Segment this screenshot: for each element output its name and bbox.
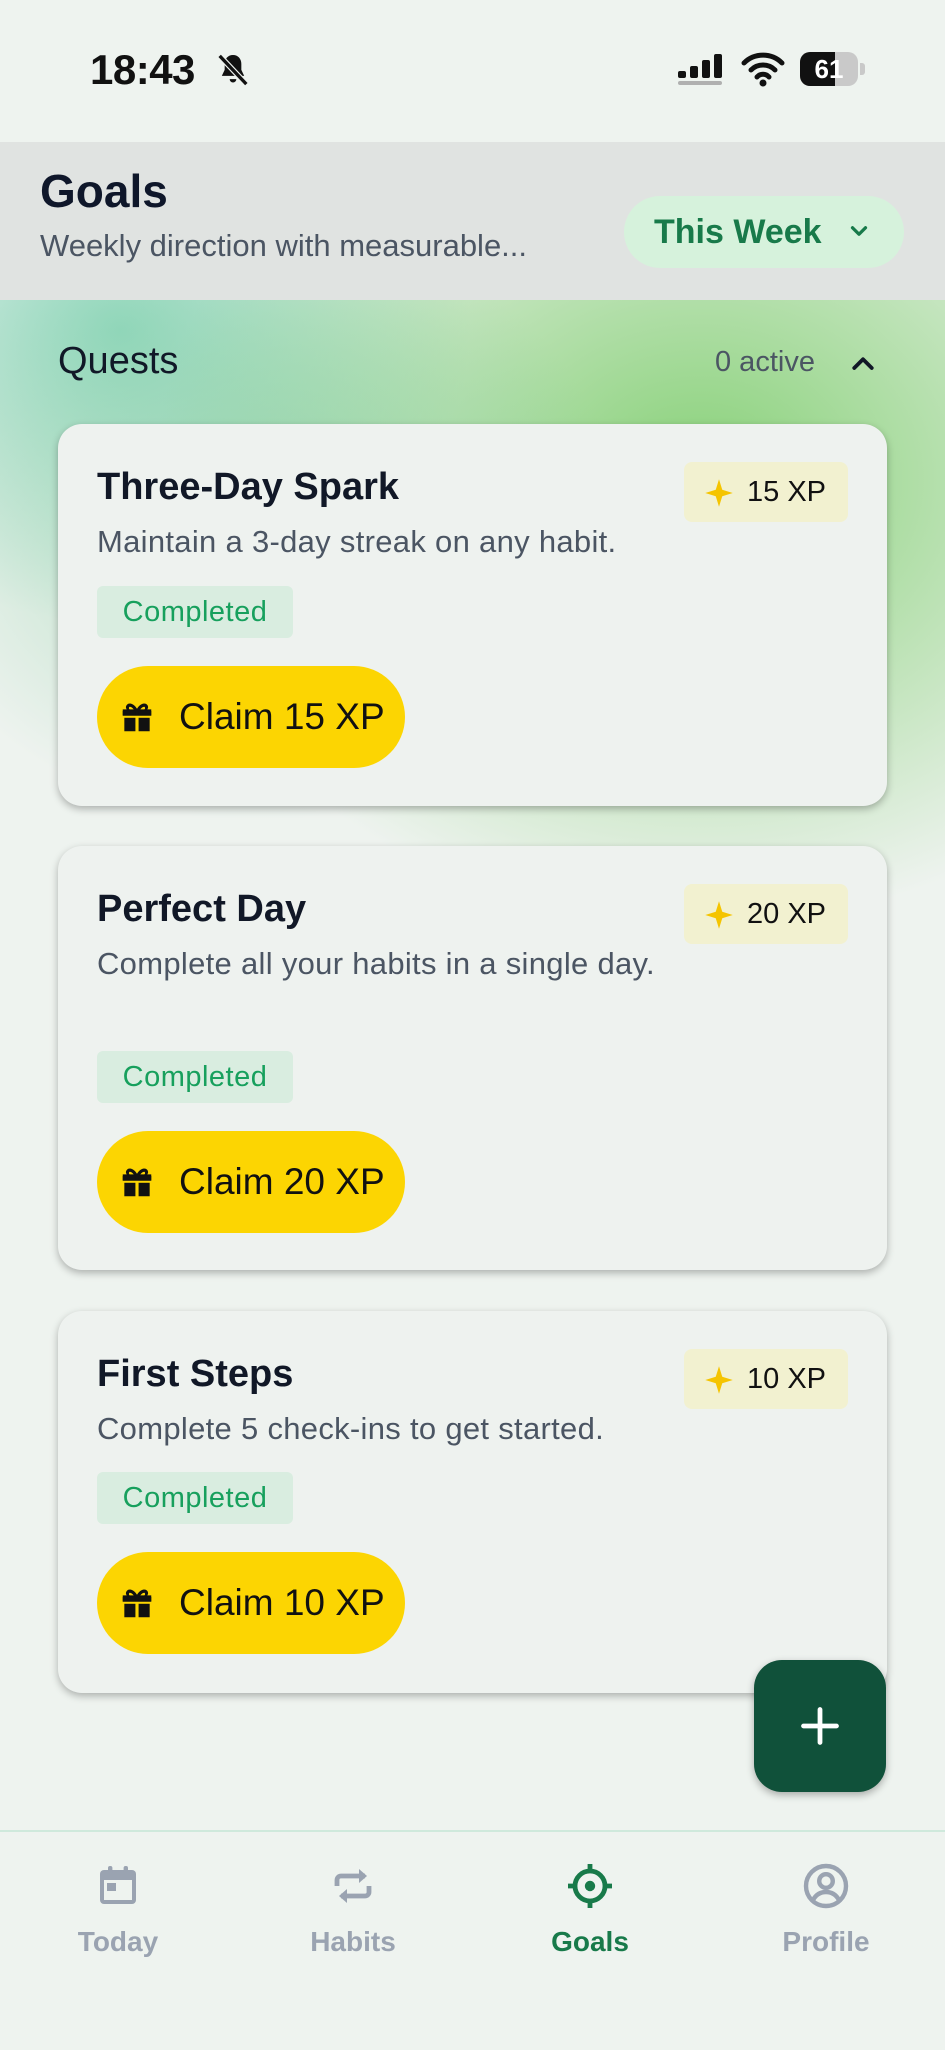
status-badge: Completed <box>97 586 293 638</box>
chevron-up-icon[interactable] <box>848 348 878 378</box>
nav-item-goals[interactable]: Goals <box>490 1862 690 1972</box>
nav-label-habits: Habits <box>310 1926 396 1957</box>
bottom-nav: Today Habits Goals Profile <box>0 1830 945 2050</box>
add-goal-button[interactable] <box>754 1660 886 1792</box>
nav-label-profile: Profile <box>782 1926 870 1957</box>
xp-reward-badge: 20 XP <box>684 884 848 944</box>
status-bar: 18:43 61 <box>0 0 945 142</box>
quests-active-count: 0 active <box>715 346 815 378</box>
xp-reward-badge: 15 XP <box>684 462 848 522</box>
chevron-down-icon <box>850 226 868 236</box>
quest-description: Complete 5 check-ins to get started. <box>97 1411 605 1446</box>
period-selector[interactable]: This Week <box>624 196 904 268</box>
battery-level: 61 <box>814 54 844 84</box>
battery-indicator: 61 <box>800 52 866 86</box>
page-title: Goals <box>40 165 168 217</box>
user-circle-icon <box>803 1863 849 1909</box>
nav-label-goals: Goals <box>551 1926 629 1957</box>
period-selector-label: This Week <box>654 213 822 251</box>
claim-xp-label: Claim 20 XP <box>179 1161 385 1202</box>
quest-card: Perfect Day Complete all your habits in … <box>58 846 887 1270</box>
plus-icon <box>801 1707 839 1745</box>
status-badge: Completed <box>97 1051 293 1103</box>
target-icon <box>568 1864 612 1908</box>
page-subtitle: Weekly direction with measurable... <box>40 228 528 263</box>
xp-reward-badge: 10 XP <box>684 1349 848 1409</box>
gift-icon <box>122 703 152 732</box>
wifi-icon <box>741 52 785 87</box>
claim-xp-button[interactable]: Claim 15 XP <box>97 666 405 768</box>
nav-item-profile[interactable]: Profile <box>726 1862 926 1972</box>
page-header: Goals Weekly direction with measurable..… <box>0 142 945 300</box>
claim-xp-label: Claim 15 XP <box>179 696 385 737</box>
gift-icon <box>122 1589 152 1618</box>
quests-section-title: Quests <box>58 340 179 382</box>
nav-item-habits[interactable]: Habits <box>253 1862 453 1972</box>
quest-description: Complete all your habits in a single day… <box>97 946 655 981</box>
xp-reward-label: 10 XP <box>747 1363 826 1395</box>
gift-icon <box>122 1168 152 1197</box>
quest-description: Maintain a 3-day streak on any habit. <box>97 524 617 559</box>
calendar-icon <box>100 1866 136 1904</box>
repeat-icon <box>334 1869 372 1903</box>
quest-title: Perfect Day <box>97 888 307 930</box>
quest-title: Three-Day Spark <box>97 466 400 508</box>
quest-title: First Steps <box>97 1353 294 1395</box>
bell-muted-icon <box>217 53 249 87</box>
sparkle-icon <box>705 1366 733 1394</box>
quest-card: First Steps Complete 5 check-ins to get … <box>58 1311 887 1693</box>
quest-card: Three-Day Spark Maintain a 3-day streak … <box>58 424 887 806</box>
claim-xp-button[interactable]: Claim 20 XP <box>97 1131 405 1233</box>
sparkle-icon <box>705 901 733 929</box>
cellular-signal-icon <box>678 54 722 85</box>
status-time: 18:43 <box>90 46 195 93</box>
claim-xp-label: Claim 10 XP <box>179 1582 385 1623</box>
xp-reward-label: 15 XP <box>747 476 826 508</box>
nav-item-today[interactable]: Today <box>18 1862 218 1972</box>
nav-label-today: Today <box>77 1926 159 1957</box>
claim-xp-button[interactable]: Claim 10 XP <box>97 1552 405 1654</box>
xp-reward-label: 20 XP <box>747 898 826 930</box>
status-badge: Completed <box>97 1472 293 1524</box>
sparkle-icon <box>705 479 733 507</box>
